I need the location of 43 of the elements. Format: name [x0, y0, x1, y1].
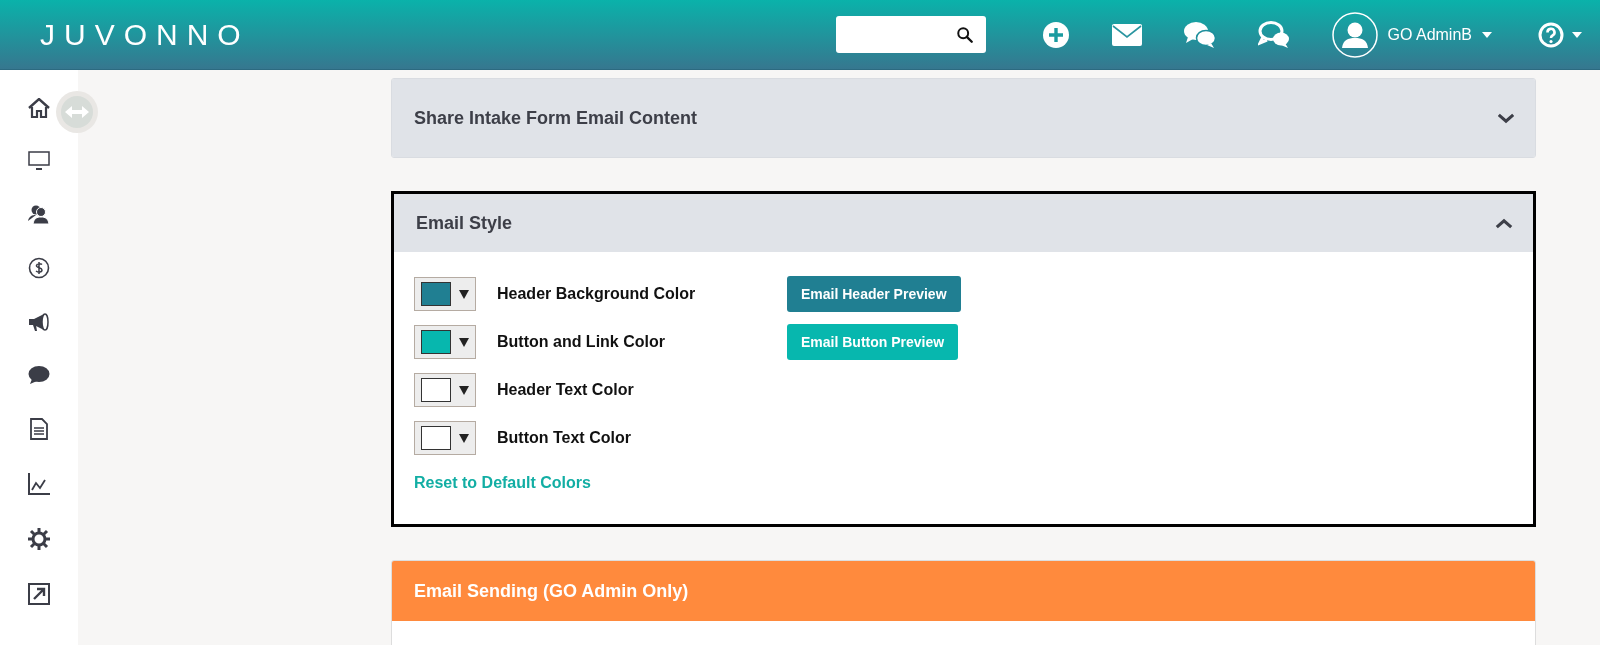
user-name[interactable]: GO AdminB — [1387, 25, 1472, 44]
help-icon[interactable] — [1538, 21, 1564, 48]
caret-icon[interactable] — [459, 433, 469, 443]
speech-bubble-icon[interactable] — [28, 365, 50, 385]
color-label: Header Text Color — [497, 381, 635, 399]
chevron-up-icon[interactable] — [1495, 217, 1513, 229]
settings-icon[interactable] — [28, 528, 50, 550]
color-label: Button Text Color — [497, 429, 632, 447]
chevron-down-icon[interactable] — [1497, 112, 1515, 124]
search-field[interactable] — [835, 16, 986, 53]
plus-icon[interactable] — [1041, 20, 1070, 49]
preview-button[interactable]: Email Button Preview — [787, 324, 959, 360]
caret-icon[interactable] — [459, 385, 469, 395]
line-chart-icon[interactable] — [28, 473, 50, 495]
mail-icon[interactable] — [1111, 23, 1142, 46]
panel-title: Email Style — [416, 212, 513, 234]
dollar-icon[interactable] — [28, 257, 50, 279]
color-picker[interactable] — [414, 325, 476, 359]
chat-outline-icon[interactable] — [1257, 20, 1290, 49]
avatar-icon[interactable] — [1331, 11, 1378, 58]
caret-icon[interactable] — [459, 337, 469, 347]
megaphone-icon[interactable] — [28, 312, 50, 332]
monitor-icon[interactable] — [28, 151, 50, 171]
document-icon[interactable] — [30, 418, 48, 440]
color-picker[interactable] — [414, 373, 476, 407]
preview-button[interactable]: Email Header Preview — [787, 276, 961, 312]
color-label: Header Background Color — [497, 285, 697, 303]
chat-bubbles-icon[interactable] — [1183, 20, 1216, 49]
color-label: Button and Link Color — [497, 333, 666, 351]
logo[interactable]: JUVONNO — [40, 17, 250, 52]
panel-header[interactable]: Email Style — [394, 194, 1533, 252]
home-icon[interactable] — [28, 98, 50, 118]
panel-title: Email Sending (GO Admin Only) — [414, 580, 689, 602]
users-icon[interactable] — [28, 204, 50, 224]
color-picker[interactable] — [414, 421, 476, 455]
color-picker[interactable] — [414, 277, 476, 311]
caret-icon[interactable] — [459, 289, 469, 299]
panel-header[interactable]: Email Sending (GO Admin Only) — [392, 561, 1535, 621]
panel-header[interactable]: Share Intake Form Email Content — [392, 79, 1535, 157]
reset-link[interactable]: Reset to Default Colors — [414, 474, 591, 492]
search-icon[interactable] — [955, 25, 974, 44]
external-link-icon[interactable] — [28, 583, 50, 605]
panel-title: Share Intake Form Email Content — [414, 107, 698, 129]
